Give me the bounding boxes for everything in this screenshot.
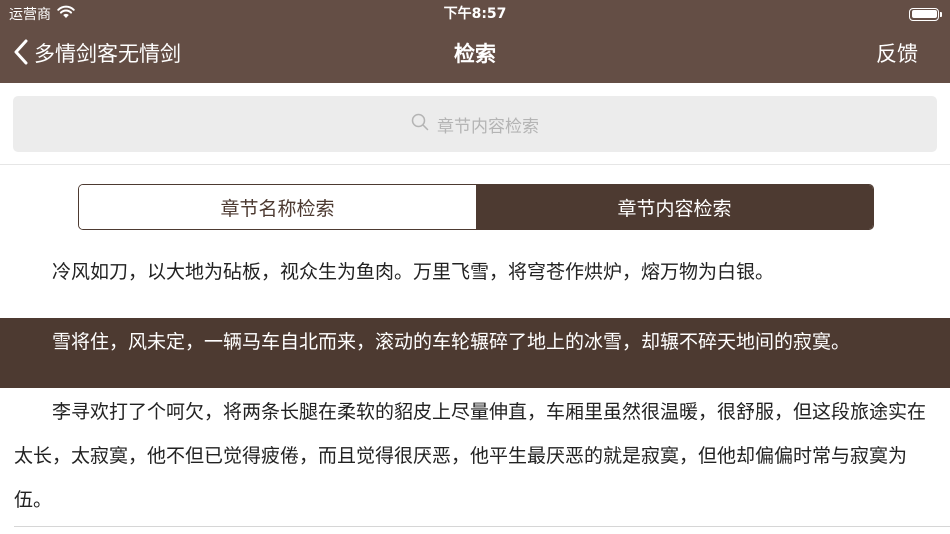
search-result-item[interactable]: 冷风如刀，以大地为砧板，视众生为鱼肉。万里飞雪，将穹苍作烘炉，熔万物为白银。 (0, 250, 950, 294)
search-icon (411, 113, 429, 135)
battery-icon (909, 5, 942, 23)
search-result-text: 李寻欢打了个呵欠，将两条长腿在柔软的貂皮上尽量伸直，车厢里虽然很温暖，很舒服，但… (14, 401, 927, 511)
segment-chapter-content-search[interactable]: 章节内容检索 (476, 185, 873, 229)
search-result-text: 雪将住，风未定，一辆马车自北而来，滚动的车轮辗碎了地上的冰雪，却辗不碎天地间的寂… (52, 331, 851, 353)
search-result-item-highlighted[interactable]: 雪将住，风未定，一辆马车自北而来，滚动的车轮辗碎了地上的冰雪，却辗不碎天地间的寂… (0, 318, 950, 388)
list-divider (14, 526, 950, 527)
segment-chapter-name-search[interactable]: 章节名称检索 (79, 185, 476, 229)
search-placeholder: 章节内容检索 (437, 116, 539, 137)
search-input[interactable]: 章节内容检索 (13, 96, 937, 152)
page-title: 检索 (454, 42, 496, 66)
search-result-item[interactable]: 李寻欢打了个呵欠，将两条长腿在柔软的貂皮上尽量伸直，车厢里虽然很温暖，很舒服，但… (0, 390, 950, 522)
feedback-button[interactable]: 反馈 (876, 38, 918, 70)
status-time: 下午8:57 (443, 6, 507, 22)
search-area: 章节内容检索 (0, 83, 950, 165)
search-mode-segmented-control: 章节名称检索 章节内容检索 (78, 184, 874, 230)
top-bar: 运营商 下午8:57 多情剑客无情剑 检索 反馈 (0, 0, 950, 83)
search-result-text: 冷风如刀，以大地为砧板，视众生为鱼肉。万里飞雪，将穹苍作烘炉，熔万物为白银。 (52, 261, 775, 283)
search-screen: 运营商 下午8:57 多情剑客无情剑 检索 反馈 章节内容检索 章节名称检索 章… (0, 0, 950, 534)
